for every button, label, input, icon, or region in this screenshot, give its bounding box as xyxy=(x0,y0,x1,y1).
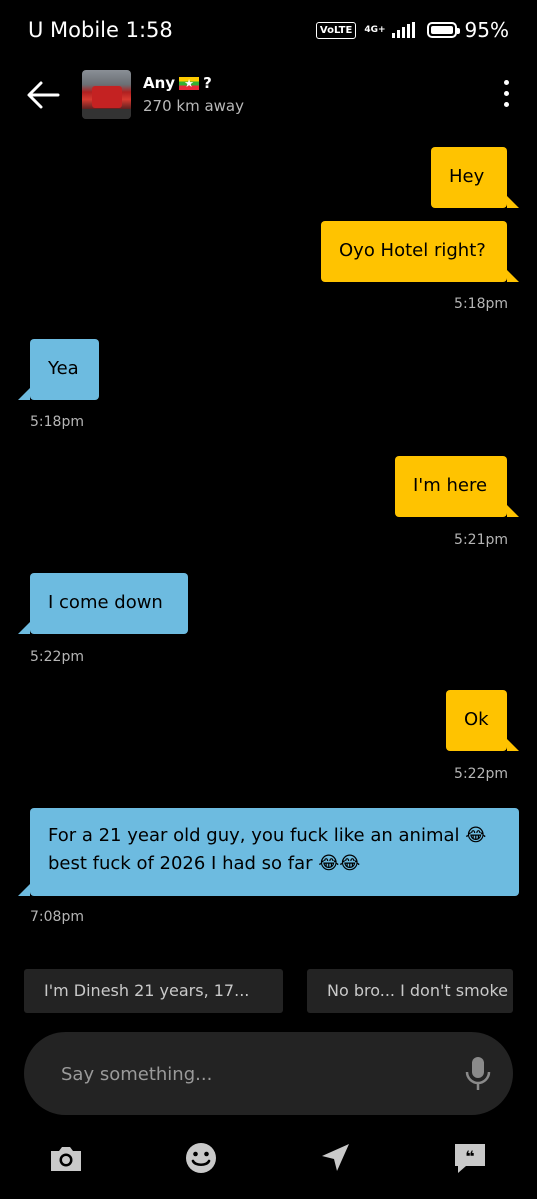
quick-reply-chip[interactable]: No bro... I don't smoke xyxy=(307,969,513,1013)
location-icon[interactable] xyxy=(318,1140,354,1176)
message-text: I come down xyxy=(48,592,163,613)
status-icons: VoLTE 4G+ 95% xyxy=(315,18,509,42)
message-bubble-incoming[interactable]: Yea xyxy=(18,339,99,400)
message-text: For a 21 year old guy, you fuck like an … xyxy=(48,825,487,874)
message-text: Oyo Hotel right? xyxy=(339,240,486,261)
message-input[interactable] xyxy=(59,1058,443,1090)
message-bubble-outgoing[interactable]: Hey xyxy=(431,147,519,208)
signal-icon xyxy=(391,22,415,38)
message-bubble-outgoing[interactable]: Oyo Hotel right? xyxy=(321,221,519,282)
message-bubble-outgoing[interactable]: I'm here xyxy=(395,456,519,517)
message-bubble-incoming[interactable]: For a 21 year old guy, you fuck like an … xyxy=(18,808,519,896)
message-text: Hey xyxy=(449,166,485,187)
profile-name-suffix: ? xyxy=(203,74,212,92)
profile-distance: 270 km away xyxy=(143,97,244,115)
status-bar: U Mobile 1:58 VoLTE 4G+ 95% xyxy=(0,0,537,62)
message-composer xyxy=(24,1032,513,1115)
message-bubble-outgoing[interactable]: Ok xyxy=(446,690,519,751)
message-text: Yea xyxy=(48,358,79,379)
microphone-icon[interactable] xyxy=(465,1056,491,1092)
message-timestamp: 5:18pm xyxy=(454,296,508,312)
network-type: 4G+ xyxy=(364,25,386,35)
message-timestamp: 5:21pm xyxy=(454,532,508,548)
more-options-icon[interactable] xyxy=(501,80,511,110)
svg-text:❝: ❝ xyxy=(465,1147,474,1166)
battery-icon xyxy=(426,22,460,38)
saved-phrases-icon[interactable]: ❝ xyxy=(452,1140,488,1176)
emoji-icon[interactable] xyxy=(183,1140,219,1176)
avatar[interactable] xyxy=(82,70,131,119)
profile-name-text: Any xyxy=(143,74,176,92)
chat-header: Any ★ ? 270 km away xyxy=(0,62,537,130)
quick-reply-chip[interactable]: I'm Dinesh 21 years, 17... xyxy=(24,969,283,1013)
battery-percent: 95% xyxy=(464,18,509,42)
back-arrow-icon[interactable] xyxy=(26,80,60,110)
carrier-time: U Mobile 1:58 xyxy=(28,18,173,42)
message-timestamp: 5:18pm xyxy=(30,414,84,430)
message-text: Ok xyxy=(464,709,489,730)
message-bubble-incoming[interactable]: I come down xyxy=(18,573,188,634)
camera-icon[interactable] xyxy=(48,1140,84,1176)
quick-reply-text: I'm Dinesh 21 years, 17... xyxy=(44,981,250,1000)
quick-reply-text: No bro... I don't smoke xyxy=(327,981,508,1000)
profile-name[interactable]: Any ★ ? xyxy=(143,74,212,92)
volte-icon: VoLTE xyxy=(315,21,357,39)
message-timestamp: 5:22pm xyxy=(454,766,508,782)
message-timestamp: 7:08pm xyxy=(30,909,84,925)
myanmar-flag-icon: ★ xyxy=(179,76,200,90)
message-text: I'm here xyxy=(413,475,488,496)
message-timestamp: 5:22pm xyxy=(30,649,84,665)
